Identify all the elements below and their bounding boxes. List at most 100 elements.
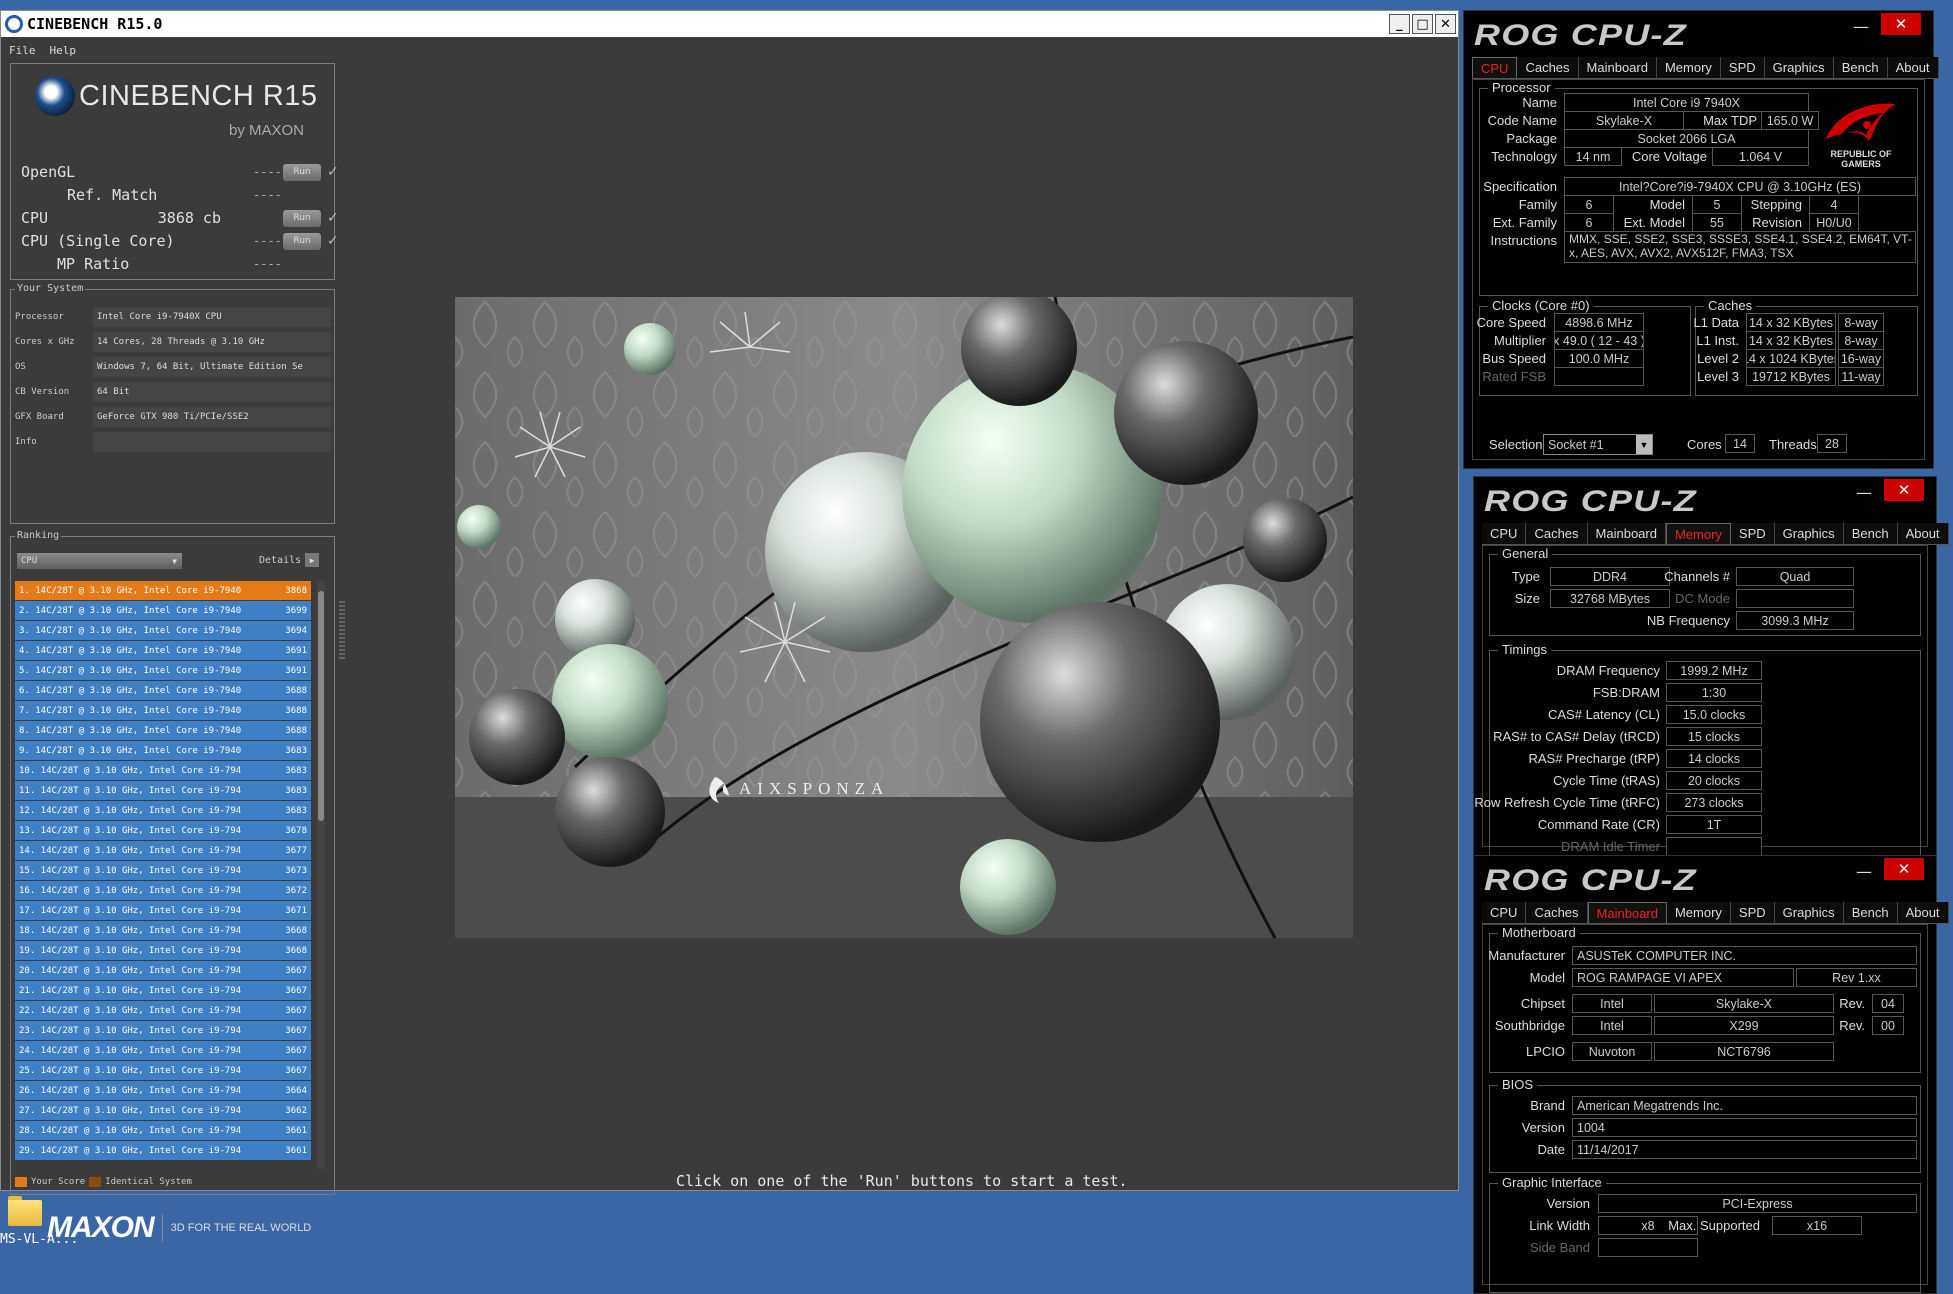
render-image: AIXSPONZA xyxy=(455,297,1353,938)
sys-row: GFX Board GeForce GTX 980 Ti/PCIe/SSE2 xyxy=(15,406,331,428)
tab-spd[interactable]: SPD xyxy=(1730,902,1775,923)
cpu-single-run-button[interactable]: Run xyxy=(283,232,321,250)
desktop-icon-label[interactable]: MS-VL-A... xyxy=(0,1232,78,1247)
ranking-list[interactable]: 1. 14C/28T @ 3.10 GHz, Intel Core i9-794… xyxy=(15,581,311,1169)
selection-dropdown[interactable]: Socket #1 ▼ xyxy=(1543,434,1653,455)
tab-spd[interactable]: SPD xyxy=(1730,523,1775,544)
ranking-row[interactable]: 8. 14C/28T @ 3.10 GHz, Intel Core i9-794… xyxy=(15,721,311,741)
close-button[interactable]: ✕ xyxy=(1881,13,1921,35)
tab-bench[interactable]: Bench xyxy=(1833,57,1888,78)
close-button[interactable]: ✕ xyxy=(1884,479,1924,501)
cpuz-mainboard-body: Motherboard Manufacturer ASUSTeK COMPUTE… xyxy=(1482,924,1928,1293)
ranking-row[interactable]: 28. 14C/28T @ 3.10 GHz, Intel Core i9-79… xyxy=(15,1121,311,1141)
ranking-select[interactable]: CPU ▼ xyxy=(17,553,182,569)
ranking-row[interactable]: 6. 14C/28T @ 3.10 GHz, Intel Core i9-794… xyxy=(15,681,311,701)
bench-label: MP Ratio xyxy=(57,255,130,273)
close-button[interactable]: ✕ xyxy=(1435,14,1456,34)
tab-memory[interactable]: Memory xyxy=(1665,523,1731,544)
ranking-row[interactable]: 25. 14C/28T @ 3.10 GHz, Intel Core i9-79… xyxy=(15,1061,311,1081)
ranking-row[interactable]: 23. 14C/28T @ 3.10 GHz, Intel Core i9-79… xyxy=(15,1021,311,1041)
ranking-row[interactable]: 15. 14C/28T @ 3.10 GHz, Intel Core i9-79… xyxy=(15,861,311,881)
close-button[interactable]: ✕ xyxy=(1884,858,1924,880)
tab-spd[interactable]: SPD xyxy=(1720,57,1765,78)
tab-mainboard[interactable]: Mainboard xyxy=(1578,57,1657,78)
ranking-row[interactable]: 21. 14C/28T @ 3.10 GHz, Intel Core i9-79… xyxy=(15,981,311,1001)
tab-cpu[interactable]: CPU xyxy=(1482,902,1527,923)
tab-graphics[interactable]: Graphics xyxy=(1774,902,1844,923)
cpu-check-icon[interactable]: ✓ xyxy=(327,210,339,226)
threads-field: 28 xyxy=(1817,434,1847,453)
minimize-button[interactable]: _ xyxy=(1389,14,1410,34)
ranking-row[interactable]: 19. 14C/28T @ 3.10 GHz, Intel Core i9-79… xyxy=(15,941,311,961)
ranking-row[interactable]: 3. 14C/28T @ 3.10 GHz, Intel Core i9-794… xyxy=(15,621,311,641)
tab-mainboard[interactable]: Mainboard xyxy=(1587,902,1667,923)
ranking-row-score: 3677 xyxy=(285,845,307,856)
maximize-button[interactable]: □ xyxy=(1412,14,1433,34)
legend-identical: Identical System xyxy=(105,1177,192,1187)
ranking-row-score: 3671 xyxy=(285,905,307,916)
opengl-run-button[interactable]: Run xyxy=(283,163,321,181)
minimize-button[interactable]: — xyxy=(1853,17,1869,36)
tab-about[interactable]: About xyxy=(1897,523,1949,544)
ranking-row[interactable]: 5. 14C/28T @ 3.10 GHz, Intel Core i9-794… xyxy=(15,661,311,681)
sideband-label: Side Band xyxy=(1530,1240,1590,1255)
ranking-row[interactable]: 12. 14C/28T @ 3.10 GHz, Intel Core i9-79… xyxy=(15,801,311,821)
ranking-row[interactable]: 11. 14C/28T @ 3.10 GHz, Intel Core i9-79… xyxy=(15,781,311,801)
bench-ref-match: Ref. Match ---- xyxy=(21,184,333,206)
tab-bench[interactable]: Bench xyxy=(1843,902,1898,923)
info-field[interactable] xyxy=(93,432,331,452)
ranking-row[interactable]: 9. 14C/28T @ 3.10 GHz, Intel Core i9-794… xyxy=(15,741,311,761)
timing-label: RAS# to CAS# Delay (tRCD) xyxy=(1493,729,1660,744)
ranking-row[interactable]: 18. 14C/28T @ 3.10 GHz, Intel Core i9-79… xyxy=(15,921,311,941)
minimize-button[interactable]: — xyxy=(1856,862,1872,881)
rog-emblem: REPUBLIC OF GAMERS xyxy=(1813,99,1909,185)
ranking-row[interactable]: 27. 14C/28T @ 3.10 GHz, Intel Core i9-79… xyxy=(15,1101,311,1121)
ranking-row[interactable]: 1. 14C/28T @ 3.10 GHz, Intel Core i9-794… xyxy=(15,581,311,601)
ranking-row[interactable]: 2. 14C/28T @ 3.10 GHz, Intel Core i9-794… xyxy=(15,601,311,621)
maxsupported-field: x16 xyxy=(1772,1216,1862,1235)
folder-icon[interactable] xyxy=(4,1192,44,1228)
ranking-row[interactable]: 16. 14C/28T @ 3.10 GHz, Intel Core i9-79… xyxy=(15,881,311,901)
tab-about[interactable]: About xyxy=(1887,57,1939,78)
ranking-row[interactable]: 14. 14C/28T @ 3.10 GHz, Intel Core i9-79… xyxy=(15,841,311,861)
tab-caches[interactable]: Caches xyxy=(1526,523,1588,544)
tab-mainboard[interactable]: Mainboard xyxy=(1587,523,1666,544)
ranking-row[interactable]: 29. 14C/28T @ 3.10 GHz, Intel Core i9-79… xyxy=(15,1141,311,1161)
tab-graphics[interactable]: Graphics xyxy=(1774,523,1844,544)
your-system-title: Your System xyxy=(15,283,86,294)
maxsupported-label: Max. Supported xyxy=(1668,1218,1760,1233)
details-button[interactable]: Details ▶ xyxy=(259,553,320,567)
tab-about[interactable]: About xyxy=(1897,902,1949,923)
ranking-row[interactable]: 24. 14C/28T @ 3.10 GHz, Intel Core i9-79… xyxy=(15,1041,311,1061)
clocks-title: Clocks (Core #0) xyxy=(1488,298,1594,313)
menu-help[interactable]: Help xyxy=(50,44,77,57)
ranking-row[interactable]: 22. 14C/28T @ 3.10 GHz, Intel Core i9-79… xyxy=(15,1001,311,1021)
cpu-run-button[interactable]: Run xyxy=(283,209,321,227)
bios-group: BIOS Brand American Megatrends Inc. Vers… xyxy=(1489,1077,1921,1173)
tab-caches[interactable]: Caches xyxy=(1526,902,1588,923)
ranking-row[interactable]: 26. 14C/28T @ 3.10 GHz, Intel Core i9-79… xyxy=(15,1081,311,1101)
tab-cpu[interactable]: CPU xyxy=(1482,523,1527,544)
ranking-row[interactable]: 7. 14C/28T @ 3.10 GHz, Intel Core i9-794… xyxy=(15,701,311,721)
tab-caches[interactable]: Caches xyxy=(1517,57,1579,78)
tab-bench[interactable]: Bench xyxy=(1843,523,1898,544)
ranking-scrollbar[interactable] xyxy=(317,581,325,1169)
ranking-row[interactable]: 4. 14C/28T @ 3.10 GHz, Intel Core i9-794… xyxy=(15,641,311,661)
cpu-single-check-icon[interactable]: ✓ xyxy=(327,233,339,249)
ranking-row[interactable]: 20. 14C/28T @ 3.10 GHz, Intel Core i9-79… xyxy=(15,961,311,981)
tab-memory[interactable]: Memory xyxy=(1666,902,1731,923)
channels-label: Channels # xyxy=(1664,569,1730,584)
ranking-row[interactable]: 10. 14C/28T @ 3.10 GHz, Intel Core i9-79… xyxy=(15,761,311,781)
menu-file[interactable]: File xyxy=(9,44,36,57)
window-title: CINEBENCH R15.0 xyxy=(27,15,163,33)
minimize-button[interactable]: — xyxy=(1856,483,1872,502)
ranking-row[interactable]: 13. 14C/28T @ 3.10 GHz, Intel Core i9-79… xyxy=(15,821,311,841)
timings-title: Timings xyxy=(1498,642,1552,657)
scrollbar-thumb[interactable] xyxy=(318,591,324,821)
tab-memory[interactable]: Memory xyxy=(1656,57,1721,78)
opengl-check-icon[interactable]: ✓ xyxy=(327,164,339,180)
tab-graphics[interactable]: Graphics xyxy=(1764,57,1834,78)
panel-resize-handle[interactable] xyxy=(339,601,345,661)
ranking-row[interactable]: 17. 14C/28T @ 3.10 GHz, Intel Core i9-79… xyxy=(15,901,311,921)
tab-cpu[interactable]: CPU xyxy=(1472,57,1518,78)
